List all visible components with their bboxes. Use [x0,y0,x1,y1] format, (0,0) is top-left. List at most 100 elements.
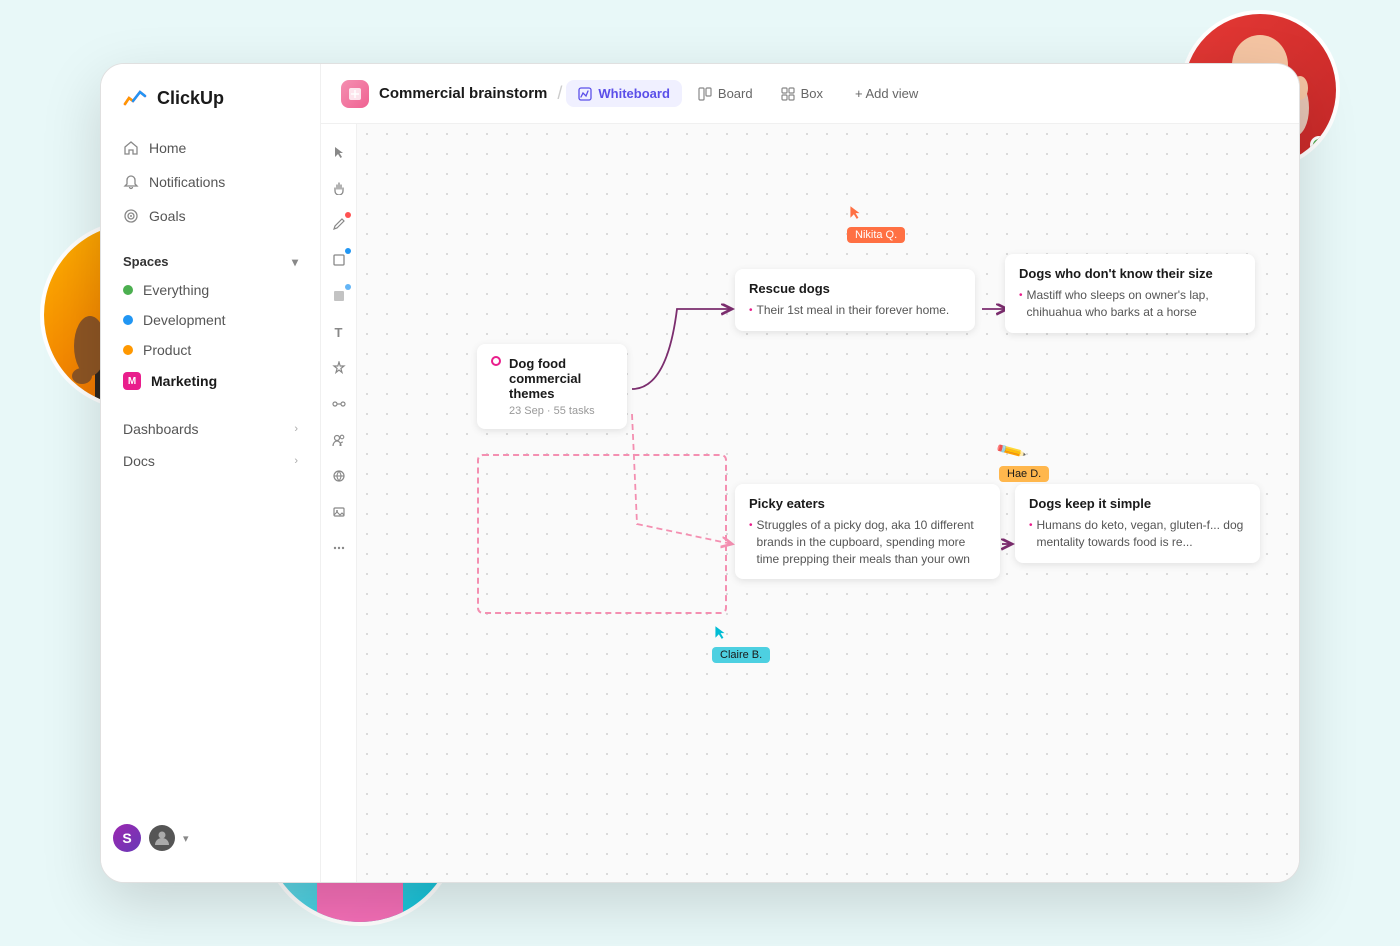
profile-online-dot-top-right [1310,136,1328,154]
goals-icon [123,208,139,224]
user-avatar-2[interactable] [149,825,175,851]
sidebar-item-docs[interactable]: Docs › [113,445,308,477]
header-divider: / [557,83,562,104]
card-rescue-dogs-bullet: • Their 1st meal in their forever home. [749,302,961,319]
card-dog-food-commercial[interactable]: Dog food commercial themes 23 Sep · 55 t… [477,344,627,429]
docs-label: Docs [123,453,155,469]
bullet-dot-2-icon: • [1019,289,1023,321]
main-content: Commercial brainstorm / Whiteboard [321,64,1299,882]
card-status-circle [491,356,501,366]
whiteboard-tab-icon [578,87,592,101]
select-tool-icon [332,145,346,159]
card-picky-eaters[interactable]: Picky eaters • Struggles of a picky dog,… [735,484,1000,579]
more-tool-icon [332,541,346,555]
sidebar-item-development[interactable]: Development [113,305,308,335]
sidebar-item-goals[interactable]: Goals [113,200,308,232]
card-dogs-simple-bullet: • Humans do keto, vegan, gluten-f... dog… [1029,517,1246,551]
cursor-hae-label: Hae D. [999,466,1049,482]
sidebar-logo: ClickUp [101,84,320,132]
pencil-hae-icon: ✏️ [994,434,1028,468]
tab-whiteboard-label: Whiteboard [598,86,670,101]
card-dogs-simple[interactable]: Dogs keep it simple • Humans do keto, ve… [1015,484,1260,563]
sidebar-item-dashboards[interactable]: Dashboards › [113,413,308,445]
whiteboard-canvas[interactable]: Dog food commercial themes 23 Sep · 55 t… [357,124,1299,882]
person-icon [153,829,171,847]
card-dogs-size-bullet: • Mastiff who sleeps on owner's lap, chi… [1019,287,1241,321]
box-tab-icon [781,87,795,101]
add-view-button[interactable]: + Add view [843,80,930,107]
tool-text[interactable]: T [323,316,355,348]
shape-tool-dot [345,248,351,254]
dashboards-chevron-icon: › [294,423,298,435]
bullet-dot-4-icon: • [1029,519,1033,551]
tool-pencil[interactable] [323,208,355,240]
sidebar-item-home[interactable]: Home [113,132,308,164]
app-name: ClickUp [157,88,224,109]
marketing-badge: M [123,372,141,390]
sidebar-item-notifications[interactable]: Notifications [113,166,308,198]
connections-tool-icon [332,397,346,411]
spaces-label: Spaces [123,254,169,269]
tool-shape[interactable] [323,244,355,276]
tool-magic[interactable] [323,352,355,384]
header: Commercial brainstorm / Whiteboard [321,64,1299,124]
cursor-nikita: Nikita Q. [847,204,863,225]
magic-tool-icon [332,361,346,375]
app-container: ClickUp Home Notifications [100,63,1300,883]
tab-whiteboard[interactable]: Whiteboard [566,80,682,107]
sticky-tool-icon [332,289,346,303]
user-avatar-s[interactable]: S [113,824,141,852]
card-dogs-simple-title: Dogs keep it simple [1029,496,1246,511]
bullet-dot-3-icon: • [749,519,753,567]
tab-board-label: Board [718,86,753,101]
people-tool-icon [332,433,346,447]
image-tool-icon [332,505,346,519]
board-tab-icon [698,87,712,101]
card-picky-eaters-title: Picky eaters [749,496,986,511]
product-dot [123,345,133,355]
sidebar-item-notifications-label: Notifications [149,174,225,190]
bullet-dot-icon: • [749,304,753,319]
tab-box[interactable]: Box [769,80,835,107]
dashboards-label: Dashboards [123,421,199,437]
tool-hand[interactable] [323,172,355,204]
project-icon-svg [347,86,363,102]
development-dot [123,315,133,325]
sidebar-item-product-label: Product [143,342,191,358]
tab-board[interactable]: Board [686,80,765,107]
project-info: Commercial brainstorm [341,80,547,108]
view-tabs: Whiteboard Board [566,80,930,107]
tool-sticky[interactable] [323,280,355,312]
sidebar-item-home-label: Home [149,140,186,156]
tool-connections[interactable] [323,388,355,420]
tab-box-label: Box [801,86,823,101]
project-icon [341,80,369,108]
sidebar-user-area: S ▾ [101,824,320,862]
card-dogs-size[interactable]: Dogs who don't know their size • Mastiff… [1005,254,1255,333]
spaces-header[interactable]: Spaces ▾ [113,248,308,275]
card-rescue-dogs-title: Rescue dogs [749,281,961,296]
card-rescue-dogs[interactable]: Rescue dogs • Their 1st meal in their fo… [735,269,975,331]
sidebar-item-goals-label: Goals [149,208,186,224]
tool-globe[interactable] [323,460,355,492]
pencil-tool-dot [345,212,351,218]
tool-select[interactable] [323,136,355,168]
clickup-logo-icon [121,84,149,112]
bell-icon [123,174,139,190]
tool-people[interactable] [323,424,355,456]
sidebar-item-everything[interactable]: Everything [113,275,308,305]
sidebar-item-marketing[interactable]: M Marketing [113,365,308,397]
cursor-claire-icon [712,624,728,640]
sidebar-item-product[interactable]: Product [113,335,308,365]
text-tool-label: T [335,325,343,340]
cursor-claire-label: Claire B. [712,647,770,663]
cursor-nikita-label: Nikita Q. [847,227,905,243]
tool-more[interactable] [323,532,355,564]
docs-chevron-icon: › [294,455,298,467]
whiteboard-wrap: T [321,124,1299,882]
user-dropdown-arrow[interactable]: ▾ [183,832,189,845]
tool-image[interactable] [323,496,355,528]
cursor-claire: Claire B. [712,624,728,645]
everything-dot [123,285,133,295]
spaces-chevron-icon: ▾ [292,255,298,269]
